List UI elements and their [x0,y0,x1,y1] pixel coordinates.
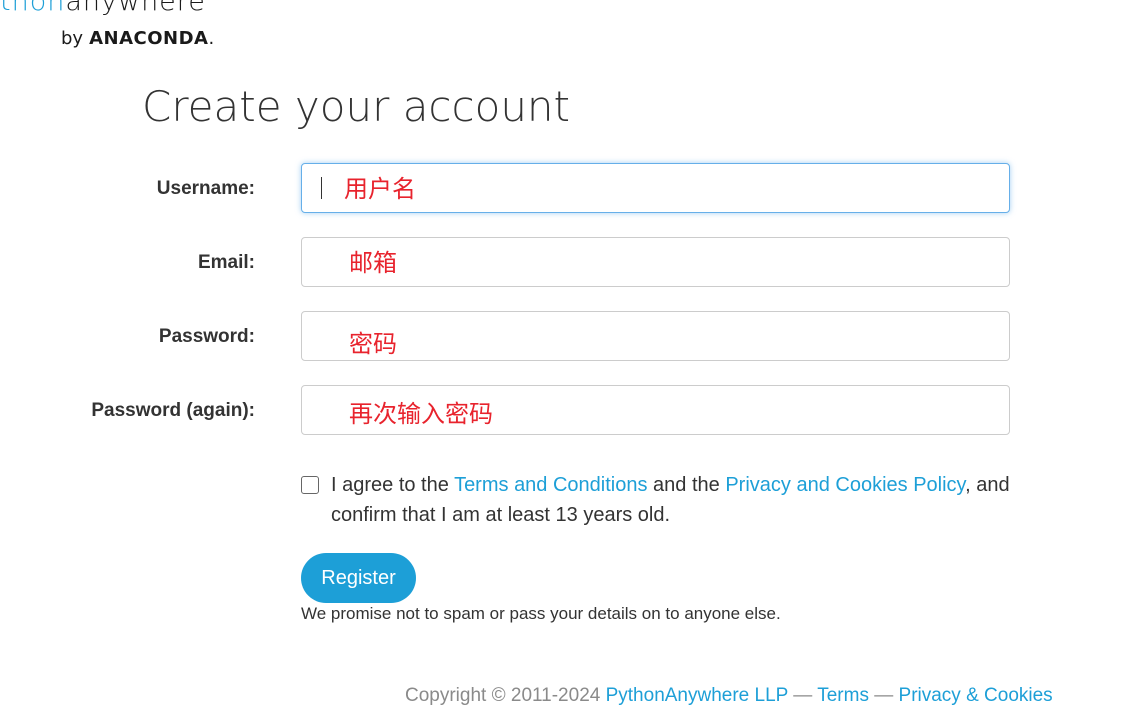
footer: Copyright © 2011-2024 PythonAnywhere LLP… [405,685,1053,707]
footer-privacy-link[interactable]: Privacy & Cookies [899,685,1053,706]
anaconda-brand-dot: . [208,28,215,49]
footer-company-link[interactable]: PythonAnywhere LLP [606,685,788,706]
footer-separator: — [868,685,899,706]
logo-wordmark-suffix: anywhere [65,0,206,17]
password-again-label: Password (again): [91,400,255,421]
agree-checkbox[interactable] [301,476,319,494]
footer-separator: — [788,685,818,706]
logo-wordmark: thonanywhere [0,0,206,17]
no-spam-note: We promise not to spam or pass your deta… [301,604,781,623]
anaconda-brand: ANACONDA [89,28,209,49]
username-hint: 用户名 [344,175,416,203]
password-again-row: Password (again): 再次输入密码 [0,385,1148,437]
email-hint: 邮箱 [349,249,397,277]
username-row: Username: 用户名 [0,163,1148,215]
logo-byline: by ANACONDA. [61,28,214,49]
logo-wordmark-prefix: thon [0,0,66,17]
logo-by-text: by [61,28,84,49]
agree-text-before: I agree to the [331,474,455,496]
footer-copyright: Copyright © 2011-2024 [405,685,606,706]
privacy-policy-link[interactable]: Privacy and Cookies Policy [725,474,965,496]
agree-text: I agree to the Terms and Conditions and … [331,470,1021,530]
terms-and-conditions-link[interactable]: Terms and Conditions [454,474,647,496]
username-input[interactable]: 用户名 [301,163,1010,213]
password-input[interactable]: 密码 [301,311,1010,361]
username-label: Username: [156,178,255,199]
email-row: Email: 邮箱 [0,237,1148,289]
password-hint: 密码 [349,330,397,358]
email-label: Email: [197,252,255,273]
password-again-hint: 再次输入密码 [349,400,493,428]
text-caret [321,177,322,199]
footer-terms-link[interactable]: Terms [817,685,869,706]
register-button[interactable]: Register [301,553,416,603]
password-label: Password: [158,326,255,347]
password-again-input[interactable]: 再次输入密码 [301,385,1010,435]
password-row: Password: 密码 [0,311,1148,363]
email-input[interactable]: 邮箱 [301,237,1010,287]
page-title: Create your account [142,82,571,131]
agree-text-middle: and the [647,474,726,496]
